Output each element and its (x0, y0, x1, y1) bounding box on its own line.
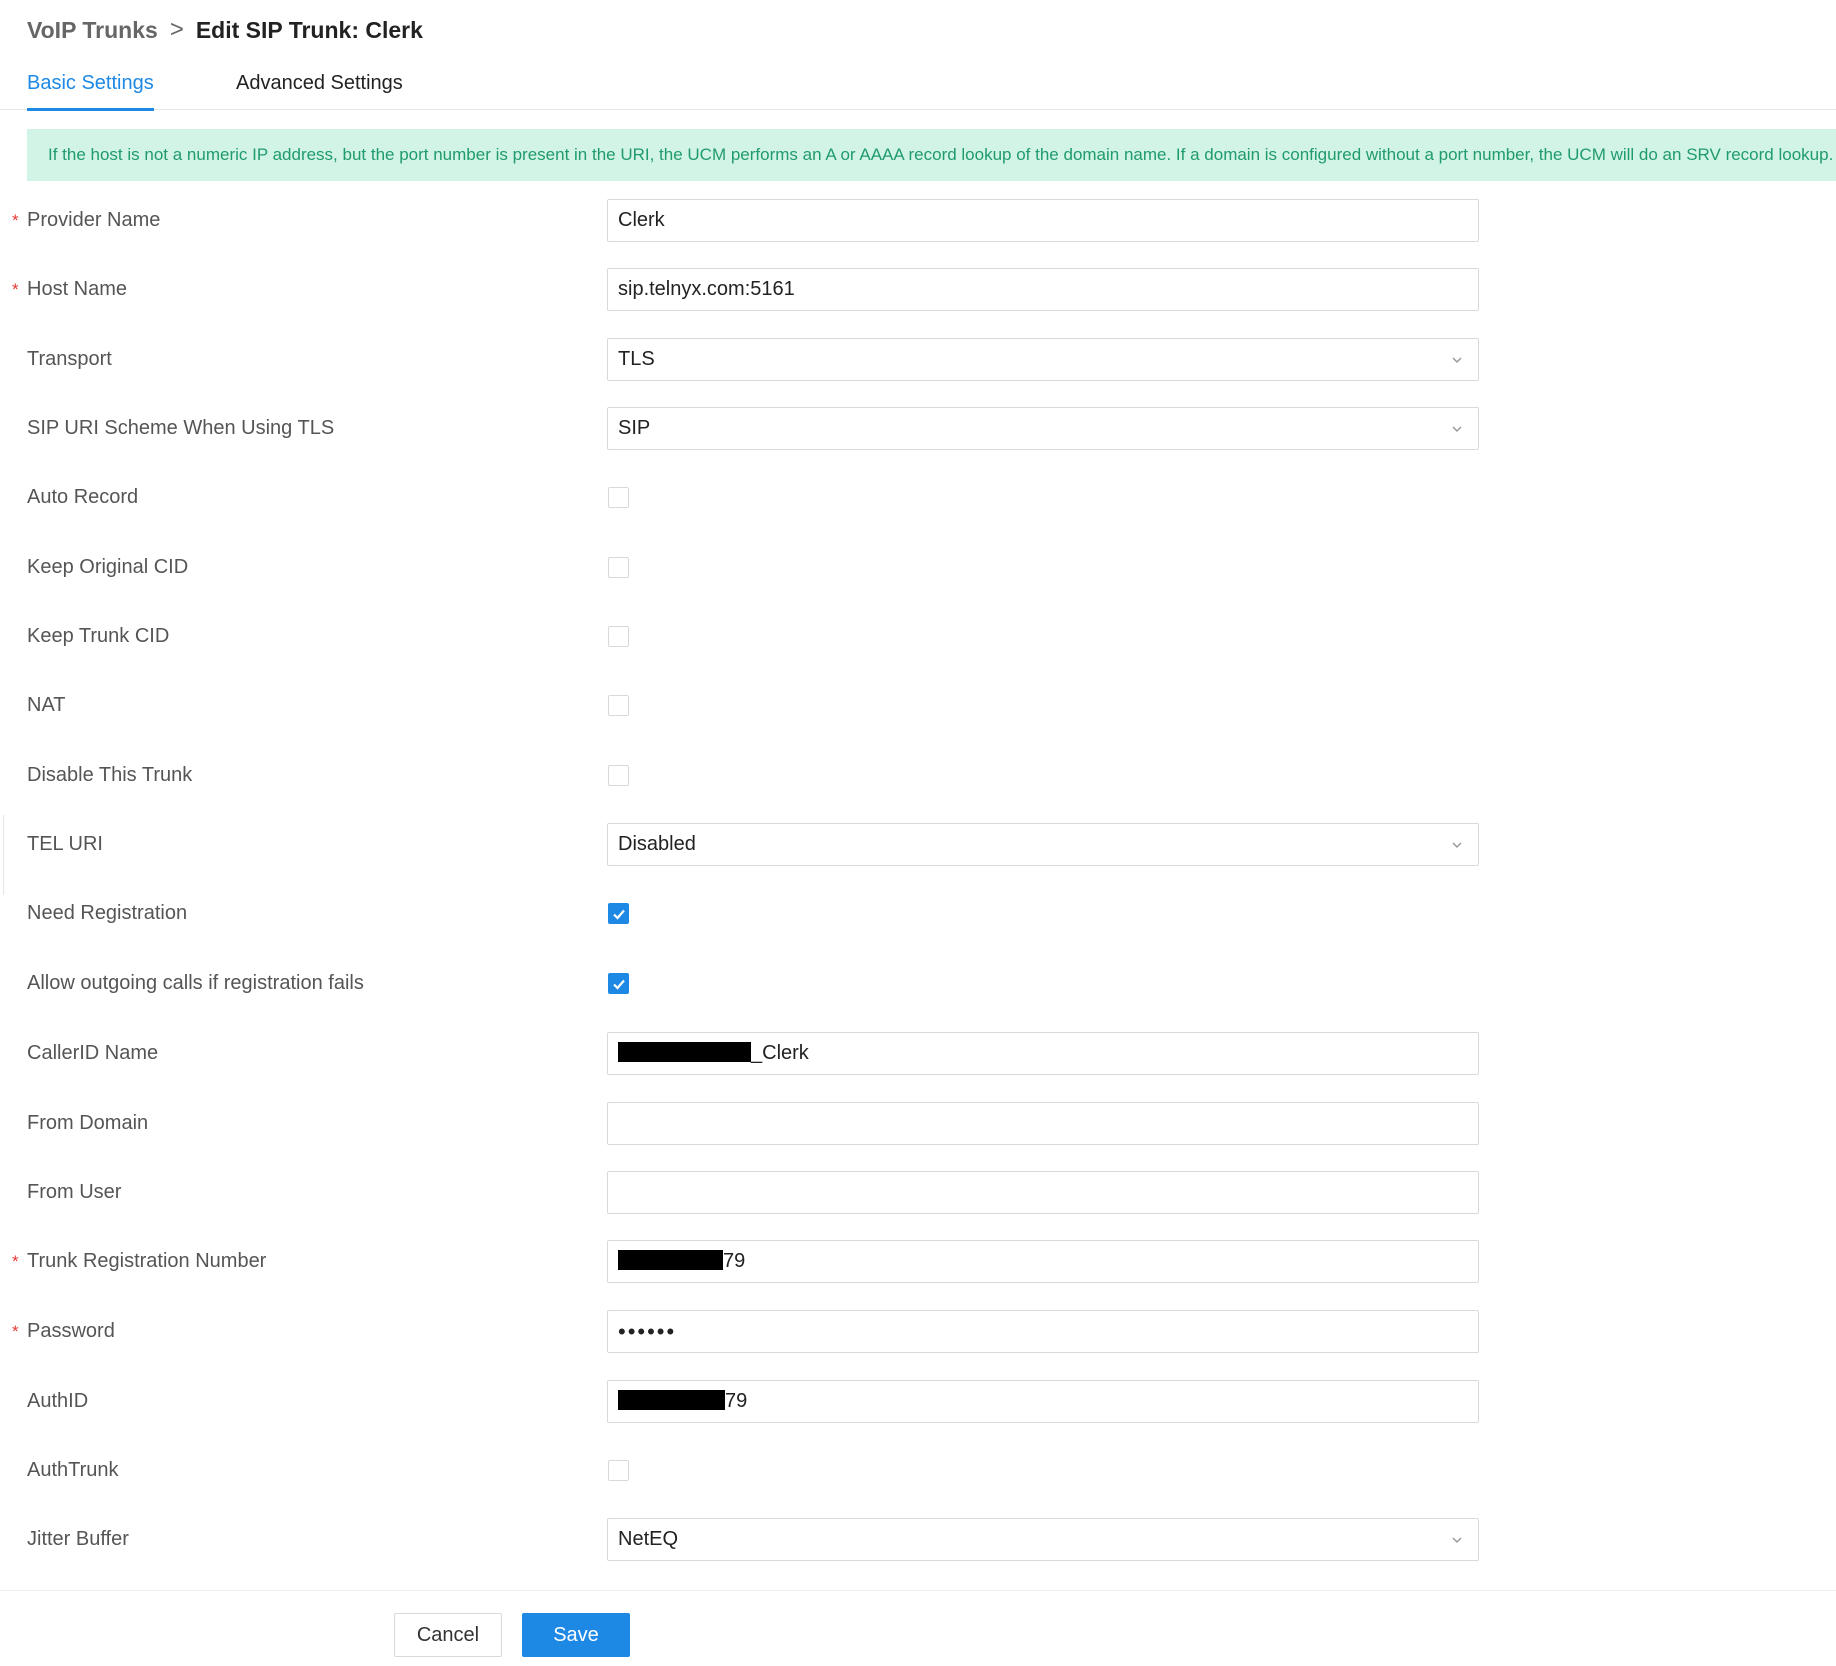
row-from-user: From User (0, 1169, 1836, 1215)
redacted-block (618, 1389, 725, 1410)
allow-outgoing-label: Allow outgoing calls if registration fai… (27, 972, 364, 994)
row-nat: NAT (0, 682, 1836, 728)
redacted-block (618, 1249, 723, 1270)
from-user-label: From User (27, 1181, 122, 1203)
trunk-reg-number-label: Trunk Registration Number (27, 1250, 267, 1272)
breadcrumb: VoIP Trunks > Edit SIP Trunk: Clerk (27, 14, 423, 46)
info-banner: If the host is not a numeric IP address,… (27, 129, 1836, 181)
sip-uri-scheme-value: SIP (618, 417, 651, 439)
authtrunk-checkbox[interactable] (608, 1460, 629, 1481)
row-from-domain: From Domain (0, 1100, 1836, 1146)
auto-record-label: Auto Record (27, 486, 139, 508)
from-domain-input[interactable] (607, 1102, 1479, 1145)
row-sip-uri-scheme: SIP URI Scheme When Using TLS SIP (0, 405, 1836, 451)
row-transport: Transport TLS (0, 336, 1836, 382)
keep-trunk-cid-checkbox[interactable] (608, 626, 629, 647)
row-trunk-reg-number: * Trunk Registration Number 79 (0, 1238, 1836, 1284)
sip-uri-scheme-select[interactable]: SIP (607, 407, 1479, 450)
required-marker: * (12, 211, 19, 230)
host-name-input[interactable]: sip.telnyx.com:5161 (607, 268, 1479, 311)
host-name-label: Host Name (27, 278, 128, 300)
nat-label: NAT (27, 694, 66, 716)
row-allow-outgoing: Allow outgoing calls if registration fai… (0, 960, 1836, 1006)
need-registration-checkbox[interactable] (608, 903, 629, 924)
checkmark-icon (613, 979, 625, 990)
required-marker: * (12, 280, 19, 299)
chevron-down-icon (1452, 357, 1462, 364)
transport-value: TLS (618, 348, 655, 370)
transport-select[interactable]: TLS (607, 338, 1479, 381)
disable-trunk-label: Disable This Trunk (27, 764, 193, 786)
provider-name-label: Provider Name (27, 209, 161, 231)
row-auto-record: Auto Record (0, 474, 1836, 520)
row-provider-name: * Provider Name Clerk (0, 197, 1836, 243)
allow-outgoing-checkbox[interactable] (608, 973, 629, 994)
from-domain-label: From Domain (27, 1112, 149, 1134)
authid-value: 79 (725, 1390, 748, 1412)
trunk-reg-number-value: 79 (723, 1250, 746, 1272)
required-marker: * (12, 1322, 19, 1341)
provider-name-input[interactable]: Clerk (607, 199, 1479, 242)
footer-divider (0, 1590, 1836, 1591)
row-authid: AuthID 79 (0, 1378, 1836, 1424)
callerid-name-value: _Clerk (751, 1042, 809, 1064)
sip-uri-scheme-label: SIP URI Scheme When Using TLS (27, 417, 335, 439)
nat-checkbox[interactable] (608, 695, 629, 716)
checkmark-icon (613, 909, 625, 920)
callerid-name-input[interactable]: _Clerk (607, 1032, 1479, 1075)
trunk-reg-number-input[interactable]: 79 (607, 1240, 1479, 1283)
keep-original-cid-checkbox[interactable] (608, 557, 629, 578)
chevron-down-icon (1452, 842, 1462, 849)
need-registration-label: Need Registration (27, 902, 188, 924)
tab-advanced-settings[interactable]: Advanced Settings (236, 72, 403, 110)
password-label: Password (27, 1320, 115, 1342)
tel-uri-value: Disabled (618, 833, 696, 855)
row-keep-original-cid: Keep Original CID (0, 544, 1836, 590)
save-button[interactable]: Save (522, 1613, 630, 1657)
transport-label: Transport (27, 348, 112, 370)
disable-trunk-checkbox[interactable] (608, 765, 629, 786)
keep-trunk-cid-label: Keep Trunk CID (27, 625, 170, 647)
tab-bar: Basic Settings Advanced Settings (0, 66, 1836, 111)
from-user-input[interactable] (607, 1171, 1479, 1214)
tab-basic-settings[interactable]: Basic Settings (27, 72, 154, 111)
redacted-block (618, 1041, 751, 1062)
callerid-name-label: CallerID Name (27, 1042, 159, 1064)
jitter-buffer-value: NetEQ (618, 1528, 679, 1550)
row-callerid-name: CallerID Name _Clerk (0, 1030, 1836, 1076)
cancel-button[interactable]: Cancel (394, 1613, 502, 1657)
page-title: Edit SIP Trunk: Clerk (195, 16, 423, 43)
required-marker: * (12, 1252, 19, 1271)
chevron-down-icon (1452, 1537, 1462, 1544)
tel-uri-label: TEL URI (27, 833, 103, 855)
tel-uri-select[interactable]: Disabled (607, 823, 1479, 866)
breadcrumb-voip-trunks-link[interactable]: VoIP Trunks (27, 17, 158, 44)
keep-original-cid-label: Keep Original CID (27, 556, 189, 578)
authid-label: AuthID (27, 1390, 89, 1412)
row-tel-uri: TEL URI Disabled (0, 821, 1836, 867)
row-host-name: * Host Name sip.telnyx.com:5161 (0, 266, 1836, 312)
breadcrumb-separator-icon: > (169, 16, 184, 43)
row-password: * Password •••••• (0, 1308, 1836, 1354)
password-input[interactable]: •••••• (607, 1310, 1479, 1353)
jitter-buffer-select[interactable]: NetEQ (607, 1518, 1479, 1561)
auto-record-checkbox[interactable] (608, 487, 629, 508)
jitter-buffer-label: Jitter Buffer (27, 1528, 129, 1550)
authid-input[interactable]: 79 (607, 1380, 1479, 1423)
row-disable-trunk: Disable This Trunk (0, 752, 1836, 798)
row-keep-trunk-cid: Keep Trunk CID (0, 613, 1836, 659)
row-authtrunk: AuthTrunk (0, 1447, 1836, 1493)
row-jitter-buffer: Jitter Buffer NetEQ (0, 1516, 1836, 1562)
row-need-registration: Need Registration (0, 890, 1836, 936)
chevron-down-icon (1452, 426, 1462, 433)
authtrunk-label: AuthTrunk (27, 1459, 119, 1481)
